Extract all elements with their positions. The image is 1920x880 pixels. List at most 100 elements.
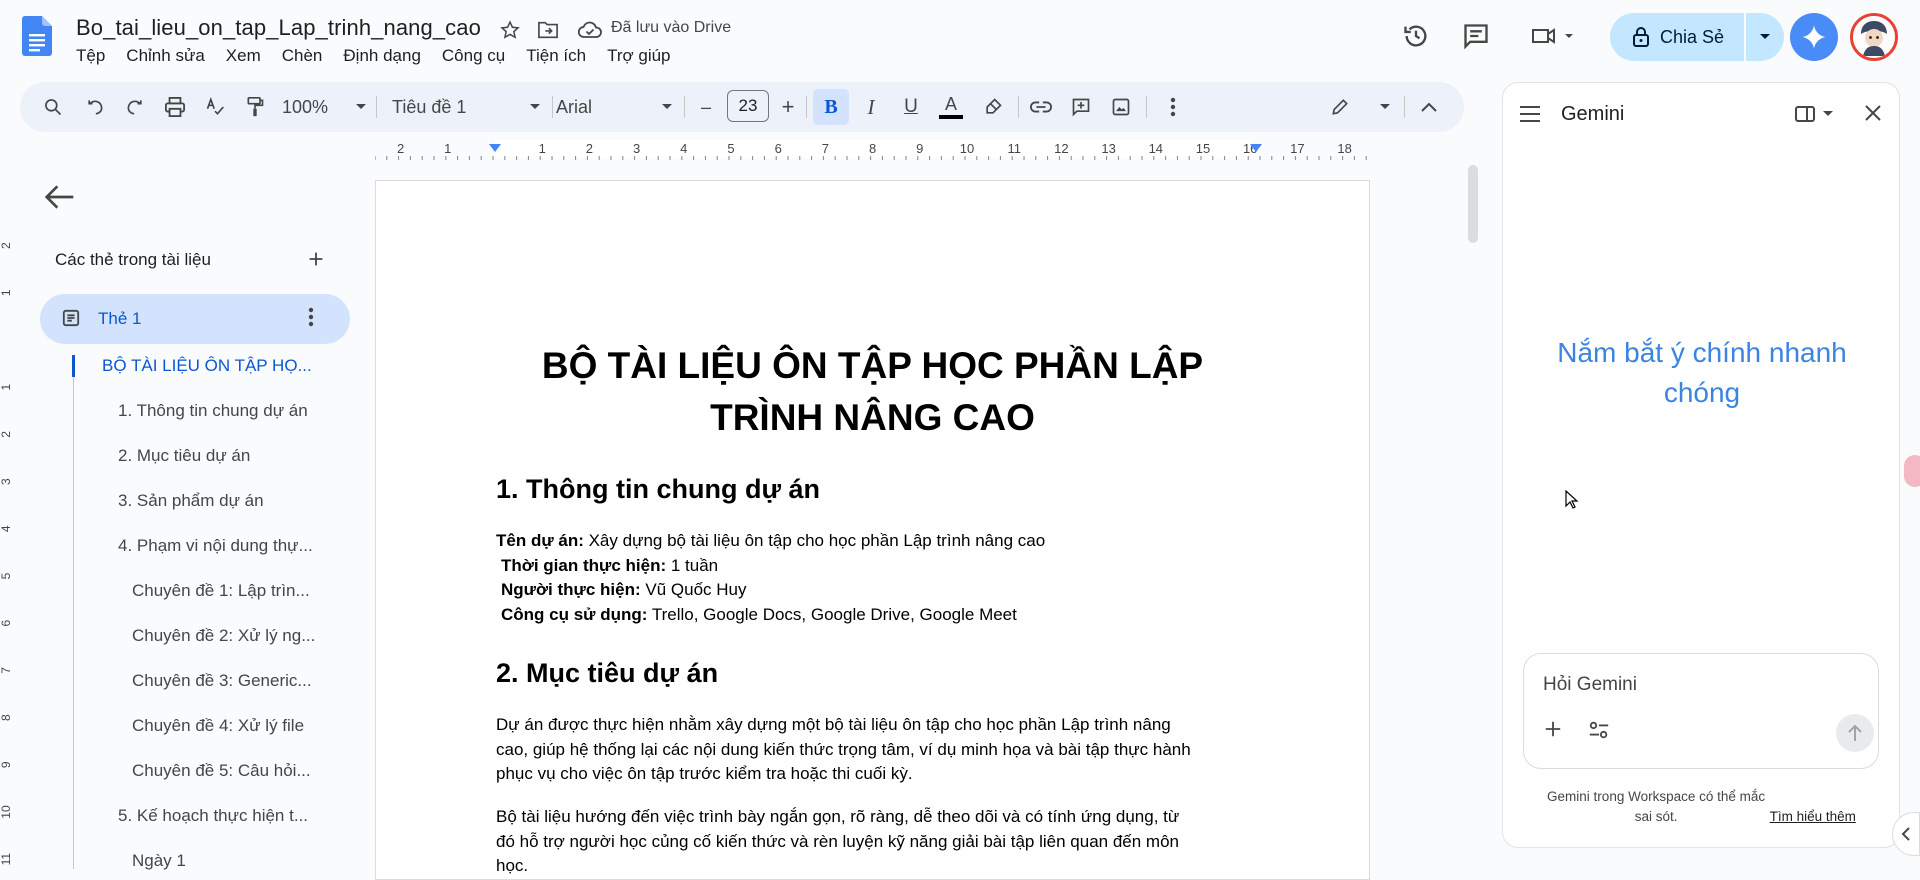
tab-1[interactable]: Thẻ 1 xyxy=(40,294,350,344)
outline-item[interactable]: Ngày 1 xyxy=(132,851,186,871)
decrease-font-size-button[interactable]: – xyxy=(692,90,720,124)
menu-view[interactable]: Xem xyxy=(226,46,261,66)
editing-mode-select[interactable] xyxy=(1330,90,1390,124)
undo-icon[interactable] xyxy=(78,90,112,124)
back-arrow-icon[interactable] xyxy=(44,183,76,211)
info-label: Công cụ sử dụng: xyxy=(501,604,648,624)
docs-logo-icon[interactable] xyxy=(22,16,52,56)
pencil-icon xyxy=(1332,99,1348,115)
ruler-label: 1 xyxy=(444,141,451,156)
outline-item[interactable]: Chuyên đề 1: Lập trìn... xyxy=(132,581,310,601)
cloud-saved-icon xyxy=(577,17,603,43)
menu-insert[interactable]: Chèn xyxy=(282,46,323,66)
menu-edit[interactable]: Chỉnh sửa xyxy=(126,46,204,66)
paragraph-line: Dự án được thực hiện nhằm xây dựng một b… xyxy=(496,715,1171,734)
info-value: Vũ Quốc Huy xyxy=(640,580,747,599)
print-icon[interactable] xyxy=(158,90,192,124)
outline-item[interactable]: Chuyên đề 3: Generic... xyxy=(132,671,312,691)
menu-help[interactable]: Trợ giúp xyxy=(607,46,670,66)
insert-link-icon[interactable] xyxy=(1024,90,1058,124)
document-title-heading[interactable]: BỘ TÀI LIỆU ÔN TẬP HỌC PHẦN LẬP TRÌNH NÂ… xyxy=(440,340,1305,444)
horizontal-ruler[interactable]: 2 1 1 2 3 4 5 6 7 8 9 10 11 12 13 14 15 16 17 18 xyxy=(375,138,1370,160)
info-label: Thời gian thực hiện: xyxy=(501,555,667,575)
font-size-input[interactable]: 23 xyxy=(727,90,769,122)
vertical-ruler[interactable]: 2 1 1 2 3 4 5 6 7 8 9 10 11 xyxy=(0,160,20,869)
menu-file[interactable]: Tệp xyxy=(76,46,105,66)
paragraph-2[interactable]: Bộ tài liệu hướng đến việc trình bày ngắ… xyxy=(496,805,1256,879)
tab-more-icon[interactable] xyxy=(308,307,314,327)
ruler-label: 17 xyxy=(1290,141,1304,156)
gemini-disclaimer: Gemini trong Workspace có thể mắc sai só… xyxy=(1523,787,1879,827)
document-title[interactable]: Bo_tai_lieu_on_tap_Lap_trinh_nang_cao xyxy=(76,15,481,41)
section-1-heading[interactable]: 1. Thông tin chung dự án xyxy=(496,474,820,505)
meet-icon[interactable] xyxy=(1528,18,1584,54)
insert-image-icon[interactable] xyxy=(1104,90,1138,124)
underline-button[interactable]: U xyxy=(894,90,928,124)
font-select[interactable]: Arial xyxy=(556,90,672,124)
menu-icon[interactable] xyxy=(1519,105,1541,123)
caret-down-icon xyxy=(1760,34,1770,39)
move-folder-icon[interactable] xyxy=(535,17,561,43)
ruler-label: 6 xyxy=(0,620,13,627)
more-options-icon[interactable] xyxy=(1156,90,1190,124)
increase-font-size-button[interactable]: + xyxy=(774,90,802,124)
highlight-color-icon[interactable] xyxy=(976,90,1010,124)
ruler-label: 3 xyxy=(633,141,640,156)
add-comment-icon[interactable] xyxy=(1064,90,1098,124)
share-label: Chia Sẻ xyxy=(1660,26,1725,47)
outline-item[interactable]: Chuyên đề 5: Câu hỏi... xyxy=(132,761,311,781)
comments-icon[interactable] xyxy=(1458,18,1494,54)
outline-item[interactable]: 2. Mục tiêu dự án xyxy=(118,446,250,466)
paint-format-icon[interactable] xyxy=(238,90,272,124)
hide-menus-icon[interactable] xyxy=(1412,90,1446,124)
gemini-button[interactable] xyxy=(1790,13,1838,61)
send-arrow-icon xyxy=(1848,724,1862,741)
panel-layout-select[interactable] xyxy=(1795,105,1833,123)
outline-item[interactable]: 5. Kế hoạch thực hiện t... xyxy=(118,806,308,826)
ruler-label: 12 xyxy=(1054,141,1068,156)
menu-extensions[interactable]: Tiện ích xyxy=(526,46,586,66)
text-color-glyph: A xyxy=(944,94,957,114)
outline-item[interactable]: Chuyên đề 2: Xử lý ng... xyxy=(132,626,315,646)
vertical-scrollbar[interactable] xyxy=(1468,165,1478,243)
avatar[interactable] xyxy=(1850,13,1898,61)
paragraph-style-select[interactable]: Tiêu đề 1 xyxy=(392,90,540,124)
ruler-label: 1 xyxy=(0,289,13,296)
version-history-icon[interactable] xyxy=(1398,18,1434,54)
gemini-prompt-box[interactable]: Hỏi Gemini xyxy=(1523,653,1879,769)
close-icon[interactable] xyxy=(1863,103,1883,123)
outline-item-title[interactable]: BỘ TÀI LIỆU ÔN TẬP HỌ... xyxy=(102,356,312,376)
share-button[interactable]: Chia Sẻ xyxy=(1610,13,1744,61)
spellcheck-icon[interactable] xyxy=(198,90,232,124)
send-button[interactable] xyxy=(1836,714,1874,752)
outline-item[interactable]: 4. Phạm vi nội dung thự... xyxy=(118,536,313,556)
floating-side-widget[interactable] xyxy=(1904,455,1920,487)
gemini-input-placeholder[interactable]: Hỏi Gemini xyxy=(1543,674,1637,696)
zoom-select[interactable]: 100% xyxy=(282,90,366,124)
learn-more-link[interactable]: Tìm hiểu thêm xyxy=(1770,809,1856,824)
share-dropdown-button[interactable] xyxy=(1746,13,1784,61)
add-tab-icon[interactable] xyxy=(305,248,327,270)
italic-button[interactable]: I xyxy=(854,90,888,124)
menu-format[interactable]: Định dạng xyxy=(343,46,421,66)
ruler-label: 3 xyxy=(0,478,13,485)
add-icon[interactable] xyxy=(1544,720,1562,738)
tools-icon[interactable] xyxy=(1588,720,1610,740)
menu-tools[interactable]: Công cụ xyxy=(442,46,505,66)
ruler-label: 4 xyxy=(680,141,687,156)
ruler-label: 7 xyxy=(0,667,13,674)
redo-icon[interactable] xyxy=(118,90,152,124)
section-2-heading[interactable]: 2. Mục tiêu dự án xyxy=(496,658,718,689)
text-color-button[interactable]: A xyxy=(934,90,968,124)
paragraph-1[interactable]: Dự án được thực hiện nhằm xây dựng một b… xyxy=(496,713,1256,787)
project-info-block[interactable]: Tên dự án: Xây dựng bộ tài liệu ôn tập c… xyxy=(496,529,1256,627)
bold-button[interactable]: B xyxy=(813,89,849,125)
outline-item[interactable]: 3. Sản phẩm dự án xyxy=(118,491,264,511)
text-color-swatch xyxy=(939,115,963,119)
star-icon[interactable] xyxy=(497,17,523,43)
outline-item[interactable]: 1. Thông tin chung dự án xyxy=(118,401,308,421)
gemini-hero-text: Nắm bắt ý chính nhanh chóng xyxy=(1557,337,1847,408)
search-menus-icon[interactable] xyxy=(36,90,70,124)
outline-item[interactable]: Chuyên đề 4: Xử lý file xyxy=(132,716,304,736)
toolbar-divider xyxy=(1146,96,1147,118)
